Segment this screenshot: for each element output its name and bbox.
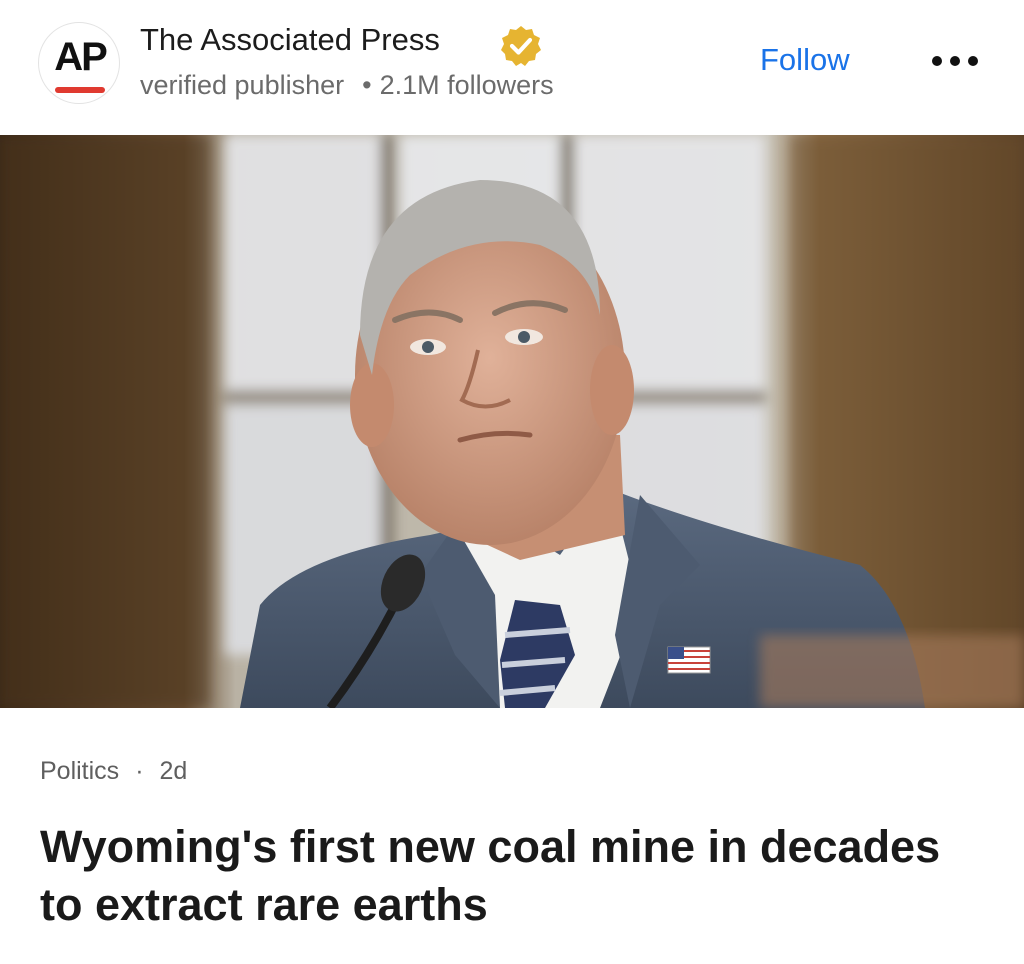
publisher-subline: verified publisher • 2.1M followers	[140, 70, 554, 101]
ap-logo-text: AP	[54, 35, 108, 79]
follow-button[interactable]: Follow	[760, 42, 850, 78]
verified-publisher-label: verified publisher	[140, 70, 345, 100]
publisher-name[interactable]: The Associated Press	[140, 22, 440, 58]
hero-photo	[0, 135, 1024, 708]
article-hero-image[interactable]	[0, 135, 1024, 708]
more-horizontal-icon[interactable]	[930, 48, 980, 72]
verified-check-badge-icon	[501, 26, 541, 66]
article-meta: Politics · 2d	[40, 757, 187, 786]
article-headline[interactable]: Wyoming's first new coal mine in decades…	[40, 818, 980, 934]
meta-separator: ·	[135, 757, 144, 785]
article-age: 2d	[159, 757, 188, 785]
article-category[interactable]: Politics	[40, 757, 119, 785]
publisher-avatar[interactable]: AP	[38, 22, 120, 104]
ap-logo-underline	[55, 87, 105, 93]
publisher-header: AP The Associated Press verified publish…	[0, 0, 1024, 135]
subline-separator: •	[362, 70, 372, 100]
followers-count: 2.1M followers	[379, 70, 554, 100]
